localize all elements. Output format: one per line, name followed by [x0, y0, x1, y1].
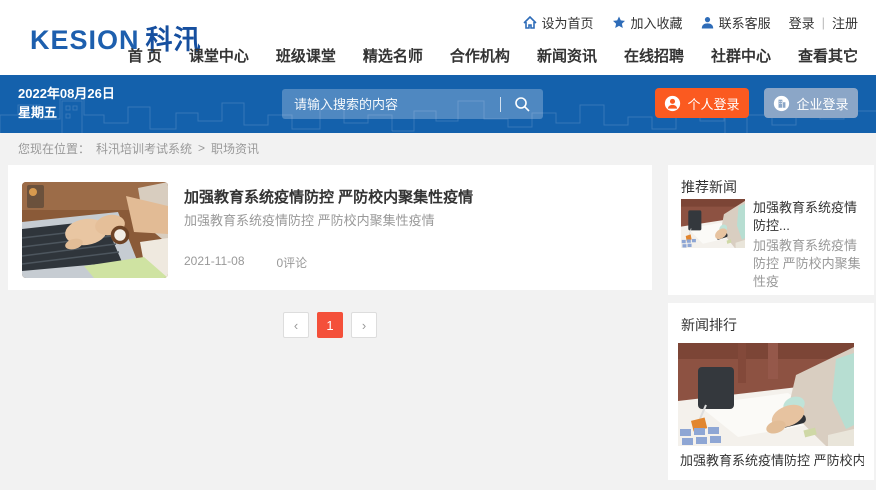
article-title[interactable]: 加强教育系统疫情防控 严防校内聚集性疫情	[184, 186, 473, 207]
nav-item-community[interactable]: 社群中心	[711, 45, 771, 66]
nav-item-partners[interactable]: 合作机构	[450, 45, 510, 66]
recommended-item-title[interactable]: 加强教育系统疫情防控...	[753, 199, 863, 235]
article-thumbnail[interactable]	[22, 182, 168, 278]
login-link[interactable]: 登录	[789, 13, 815, 32]
news-ranking-card: 新闻排行 加强教育系统疫情防控 严防校内...	[668, 303, 874, 480]
recommended-news-item[interactable]: 加强教育系统疫情防控... 加强教育系统疫情防控 严防校内聚集性疫	[681, 199, 863, 291]
nav-item-classroom-center[interactable]: 课堂中心	[189, 45, 249, 66]
contact-service-link[interactable]: 联系客服	[701, 13, 771, 32]
topbar: 设为首页 加入收藏 联系客服 登录 | 注册	[523, 13, 858, 32]
breadcrumb-separator: >	[198, 141, 205, 155]
weekday-text: 星期五	[18, 103, 115, 122]
enterprise-login-button[interactable]: 企业登录	[764, 88, 858, 118]
breadcrumb-site-link[interactable]: 科汛培训考试系统	[96, 140, 192, 157]
banner: 2022年08月26日 星期五 个人登录 企业登录	[0, 75, 876, 133]
laptop-typing-photo	[22, 182, 168, 278]
star-icon	[612, 16, 626, 29]
nav-item-featured-teachers[interactable]: 精选名师	[363, 45, 423, 66]
contact-service-label: 联系客服	[719, 13, 771, 32]
article-meta: 2021-11-08 0评论	[184, 254, 307, 271]
search-button[interactable]	[501, 89, 543, 119]
pagination-prev-button[interactable]: ‹	[283, 312, 309, 338]
nav-item-news[interactable]: 新闻资讯	[537, 45, 597, 66]
article-comments: 0评论	[277, 254, 308, 271]
add-favorite-link[interactable]: 加入收藏	[612, 13, 683, 32]
enterprise-login-label: 企业登录	[796, 94, 848, 113]
breadcrumb: 您现在位置： 科汛培训考试系统 > 职场资讯	[18, 133, 259, 163]
personal-login-button[interactable]: 个人登录	[655, 88, 749, 118]
pagination: ‹ 1 ›	[8, 312, 652, 338]
auth-divider: |	[822, 15, 825, 30]
article-card[interactable]: 加强教育系统疫情防控 严防校内聚集性疫情 加强教育系统疫情防控 严防校内聚集性疫…	[8, 165, 652, 290]
desk-writing-photo-small	[681, 199, 745, 248]
article-summary: 加强教育系统疫情防控 严防校内聚集性疫情	[184, 210, 435, 229]
banner-date: 2022年08月26日 星期五	[18, 84, 115, 122]
nav-item-jobs[interactable]: 在线招聘	[624, 45, 684, 66]
enterprise-building-icon	[773, 95, 790, 112]
search-input[interactable]	[282, 97, 500, 112]
nav-item-home[interactable]: 首 页	[128, 45, 162, 66]
main-nav: 首 页 课堂中心 班级课堂 精选名师 合作机构 新闻资讯 在线招聘 社群中心 查…	[128, 45, 858, 66]
set-home-link[interactable]: 设为首页	[523, 13, 594, 32]
recommended-news-card: 推荐新闻 加强教育系统疫情防控... 加强	[668, 165, 874, 295]
desk-writing-photo-large	[678, 343, 854, 446]
add-favorite-label: 加入收藏	[631, 13, 683, 32]
recommended-item-texts: 加强教育系统疫情防控... 加强教育系统疫情防控 严防校内聚集性疫	[753, 199, 863, 291]
pagination-next-button[interactable]: ›	[351, 312, 377, 338]
date-text: 2022年08月26日	[18, 84, 115, 103]
recommended-news-title: 推荐新闻	[681, 177, 737, 197]
personal-login-label: 个人登录	[687, 94, 739, 113]
ranking-item-caption[interactable]: 加强教育系统疫情防控 严防校内...	[680, 450, 864, 469]
personal-account-icon	[664, 95, 681, 112]
breadcrumb-current: 职场资讯	[211, 140, 259, 157]
register-link[interactable]: 注册	[832, 13, 858, 32]
nav-item-class-courses[interactable]: 班级课堂	[276, 45, 336, 66]
person-icon	[701, 16, 714, 29]
recommended-item-thumbnail[interactable]	[681, 199, 745, 248]
auth-links: 登录 | 注册	[789, 13, 858, 32]
header: KESION科汛 设为首页 加入收藏 联系客服 登录 | 注册 首 页 课堂中心…	[0, 0, 876, 75]
pagination-page-1[interactable]: 1	[317, 312, 343, 338]
search-icon	[514, 96, 531, 113]
breadcrumb-label: 您现在位置：	[18, 140, 90, 157]
logo-text-en: KESION	[30, 25, 140, 55]
search-box	[282, 89, 543, 119]
set-home-label: 设为首页	[542, 13, 594, 32]
news-ranking-title: 新闻排行	[681, 315, 737, 335]
recommended-item-summary: 加强教育系统疫情防控 严防校内聚集性疫	[753, 237, 863, 291]
article-date: 2021-11-08	[184, 254, 245, 271]
ranking-item-image[interactable]	[678, 343, 854, 446]
nav-item-more[interactable]: 查看其它	[798, 45, 858, 66]
home-icon	[523, 16, 537, 29]
